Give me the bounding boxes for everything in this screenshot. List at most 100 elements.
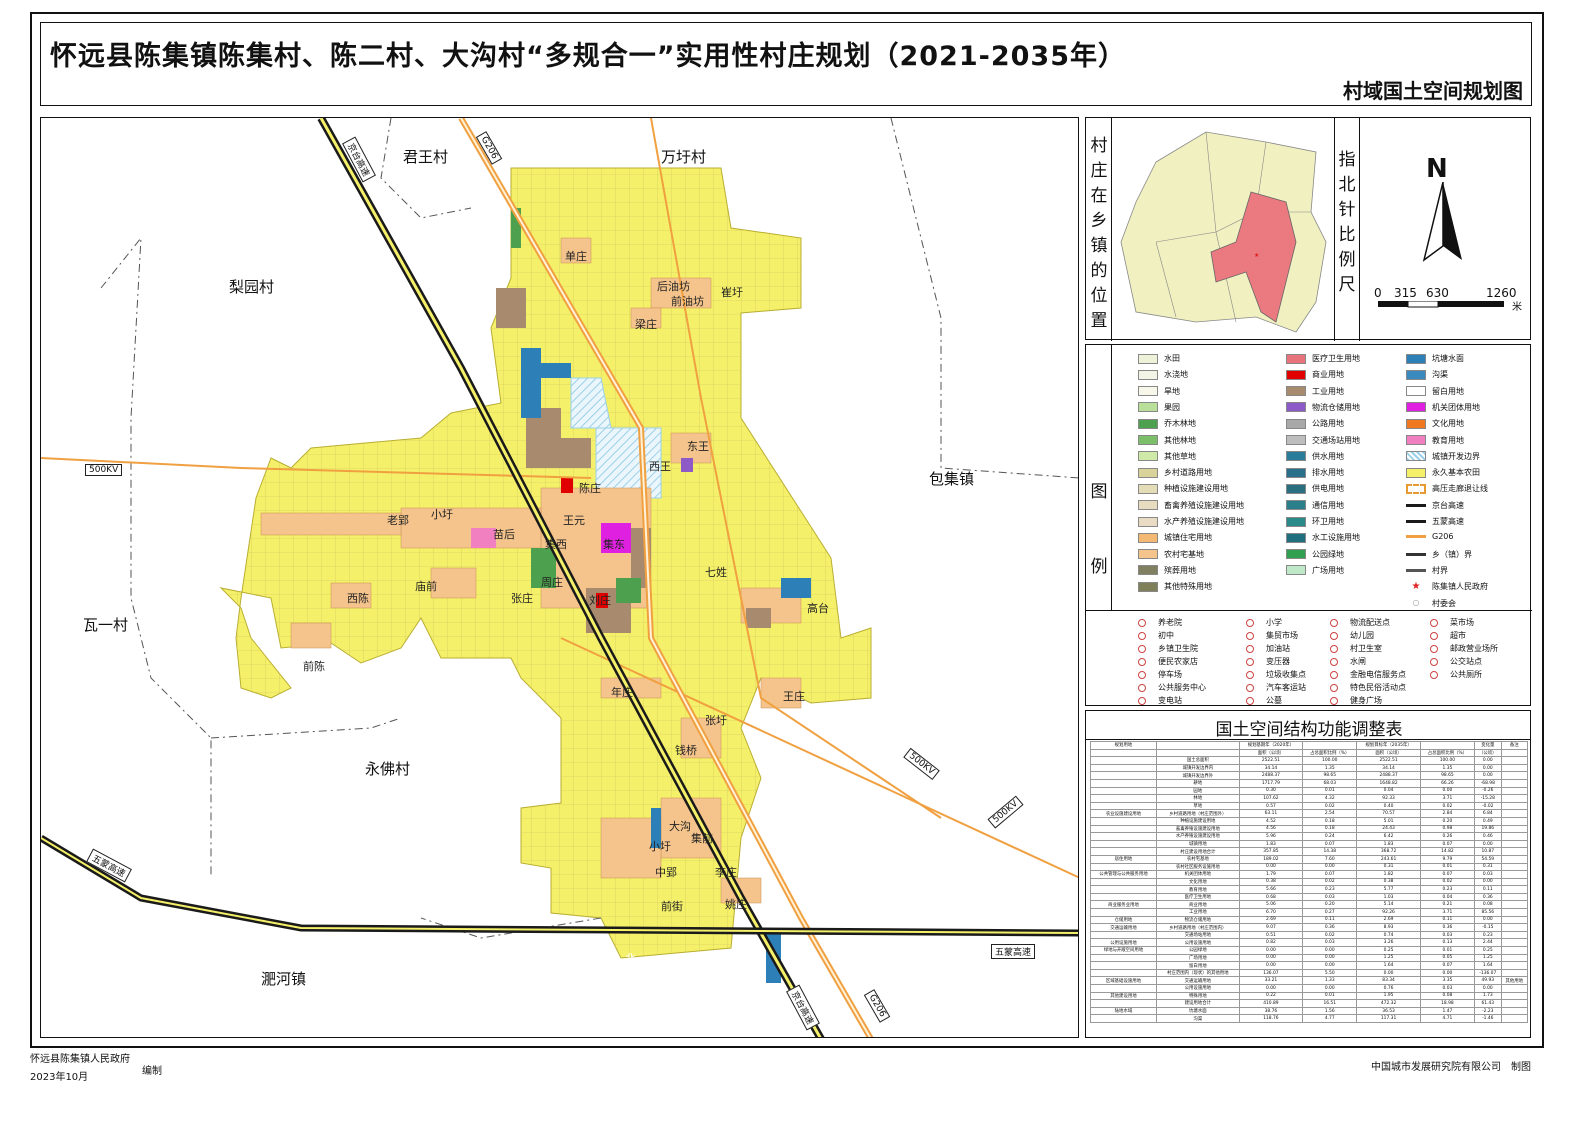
legend-label: 其他林地 (1164, 435, 1196, 445)
table-header-cell: 规划用地 (1090, 741, 1157, 750)
table-cell: 0.07 (1302, 839, 1358, 849)
table-cell: 0.76 (1356, 984, 1421, 993)
table-cell (1500, 877, 1528, 887)
facility-symbol-icon (1430, 631, 1438, 640)
table-cell: 1.95 (1356, 991, 1421, 1001)
legend-item: 环卫用地 (1286, 516, 1344, 527)
table-cell: 1.25 (1356, 953, 1421, 963)
legend-item: 京台高速 (1406, 500, 1464, 511)
village-label: 老郢 (387, 514, 409, 527)
village-label: 大沟 (669, 820, 691, 833)
table-cell: -0.26 (1474, 786, 1502, 796)
table-cell: 草地 (1155, 801, 1240, 811)
table-cell: 357.85 (1238, 847, 1304, 856)
legend-divider (1086, 610, 1532, 611)
table-cell: 49.93 (1474, 976, 1502, 985)
table-row: 商业服务业用地 商业用地 5.06 0.20 5.14 0.21 0.08 (1090, 900, 1528, 910)
legend-swatch: ★ (1411, 580, 1421, 592)
location-title: 村庄 在乡 镇的 位置 (1090, 136, 1108, 331)
table-cell: 教育用地 (1155, 885, 1240, 894)
table-row: 城镇用地 1.83 0.07 1.83 0.07 0.00 (1090, 839, 1528, 849)
place-label: 梨园村 (229, 278, 275, 296)
facility-symbol-icon (1430, 618, 1438, 627)
table-cell: 0.38 (1356, 877, 1421, 887)
legend-label: 农村宅基地 (1164, 549, 1204, 559)
legend-swatch (1286, 418, 1306, 429)
facility-label: 公共厕所 (1450, 670, 1482, 679)
legend-item: 水工设施用地 (1286, 532, 1360, 543)
table-cell (1500, 1014, 1528, 1023)
place-label: 瓦一村 (83, 616, 129, 634)
legend-swatch (1406, 353, 1426, 364)
village-label: 小圩 (649, 840, 671, 853)
table-cell (1090, 847, 1157, 856)
table-cell: 机关团体用地 (1155, 870, 1240, 879)
facility-symbol-icon (1330, 631, 1338, 640)
table-cell: 0.00 (1474, 756, 1502, 765)
planning-map[interactable]: 君王村 万圩村 梨园村 包集镇 瓦一村 永佛村 淝河镇 单庄 后油坊 前油坊 崔… (40, 117, 1079, 1038)
table-cell: 0.08 (1474, 900, 1502, 910)
table-cell: 0.20 (1419, 816, 1476, 826)
road-label: 五蒙高速 (991, 944, 1036, 959)
table-cell: 0.11 (1419, 915, 1476, 925)
village-label: 前街 (661, 900, 683, 913)
legend-swatch (1406, 402, 1426, 413)
table-cell (1090, 763, 1157, 773)
scale-bar (1378, 301, 1504, 308)
legend-item: G206 (1406, 532, 1453, 541)
facility-legend-item: 物流配送点 (1330, 617, 1390, 628)
table-cell (1500, 809, 1528, 818)
facility-legend-item: 健身广场 (1330, 695, 1382, 706)
table-cell: 交通场站用地 (1155, 930, 1240, 940)
legend-swatch (1138, 581, 1158, 592)
table-cell: 0.01 (1302, 991, 1358, 1001)
table-cell (1090, 794, 1157, 803)
legend-item: 机关团体用地 (1406, 402, 1480, 413)
table-cell: 0.36 (1302, 923, 1358, 932)
legend-label: 村委会 (1432, 598, 1456, 608)
table-cell: 1.82 (1356, 870, 1421, 879)
table-header-cell (1500, 748, 1528, 758)
village-label: 姚庄 (725, 898, 747, 911)
facility-label: 变电站 (1158, 696, 1182, 705)
table-cell: 9.07 (1238, 923, 1304, 932)
table-row: 耕地 1717.79 68.03 1648.82 66.26 -68.98 (1090, 778, 1528, 788)
table-cell: 0.03 (1419, 930, 1476, 940)
table-cell: 0.00 (1474, 771, 1502, 780)
table-row: 其他建设用地 特殊用地 0.22 0.01 1.95 0.08 1.73 (1090, 991, 1528, 1001)
table-cell (1500, 961, 1528, 970)
table-title-divider (1086, 739, 1530, 740)
legend-swatch (1286, 435, 1306, 445)
table-cell (1500, 847, 1528, 856)
table-cell: 0.23 (1474, 930, 1502, 940)
table-cell: 5.66 (1238, 885, 1304, 894)
table-cell: 物流仓储用地 (1155, 915, 1240, 925)
village-label: 张圩 (705, 714, 727, 727)
legend-label: 水工设施用地 (1312, 533, 1360, 543)
legend-item: 五蒙高速 (1406, 516, 1464, 527)
village-label: 钱桥 (675, 744, 697, 757)
table-cell (1500, 862, 1528, 872)
legend-label: 文化用地 (1432, 419, 1464, 429)
table-cell: 0.46 (1474, 832, 1502, 841)
facility-symbol-icon (1330, 618, 1338, 627)
table-cell: 83.34 (1356, 976, 1421, 985)
table-cell: 4.52 (1238, 816, 1304, 826)
table-cell: 0.00 (1419, 786, 1476, 796)
table-cell: 68.03 (1302, 778, 1358, 788)
table-cell: 0.20 (1302, 900, 1358, 910)
facility-legend-item: 公共厕所 (1430, 669, 1482, 680)
compass-title: 指北 针比 例尺 (1338, 150, 1356, 295)
table-cell: 189.02 (1238, 854, 1304, 864)
legend-item: 沟渠 (1406, 369, 1448, 380)
legend-item: 文化用地 (1406, 418, 1464, 429)
table-cell: 0.00 (1474, 984, 1502, 993)
table-cell (1500, 870, 1528, 879)
table-cell: 0.57 (1238, 801, 1304, 811)
legend-swatch: ○ (1412, 598, 1420, 607)
table-cell (1500, 991, 1528, 1001)
facility-label: 初中 (1158, 631, 1174, 640)
table-cell: 交通运输用地 (1090, 923, 1157, 932)
legend-item: 教育用地 (1406, 435, 1464, 446)
legend-swatch (1138, 386, 1158, 397)
